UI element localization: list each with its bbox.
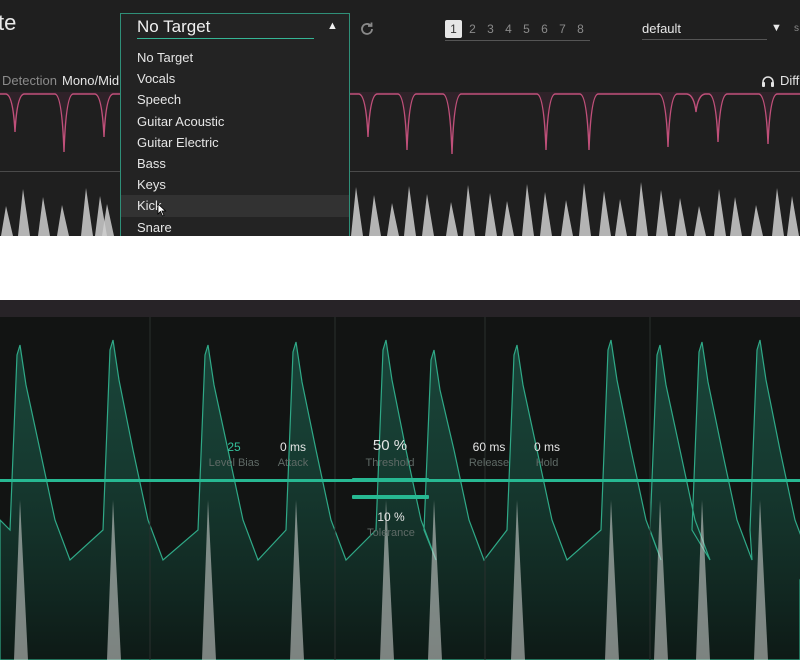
threshold-value[interactable]: 50 %	[350, 437, 430, 454]
target-option-snare[interactable]: Snare	[121, 217, 349, 237]
target-option-bass[interactable]: Bass	[121, 153, 349, 174]
tolerance-value[interactable]: 10 %	[351, 510, 431, 524]
target-option-speech[interactable]: Speech	[121, 89, 349, 110]
preset-slots-underline	[445, 40, 590, 41]
attack-knob[interactable]: 0 ms Attack	[253, 440, 333, 469]
preset-slot-8[interactable]: 8	[572, 20, 589, 38]
preset-slot-2[interactable]: 2	[464, 20, 481, 38]
threshold-handle-top[interactable]	[352, 478, 429, 482]
preset-extra-label: s	[794, 23, 799, 34]
preset-slot-5[interactable]: 5	[518, 20, 535, 38]
threshold-knob[interactable]: 50 % Threshold	[350, 437, 430, 469]
top-panel: te 1 2 3 4 5 6 7 8 default ▼ s Detection…	[0, 0, 800, 236]
app-title: te	[0, 10, 17, 35]
preset-name-select[interactable]: default	[642, 21, 681, 36]
bottom-panel: 25 Level Bias 0 ms Attack 50 % Threshold…	[0, 300, 800, 660]
headphones-icon[interactable]	[761, 75, 775, 87]
target-dropdown-selected[interactable]: No Target	[137, 17, 210, 37]
chevron-down-icon[interactable]: ▼	[771, 22, 782, 34]
target-dropdown-underline	[137, 38, 314, 39]
attack-value[interactable]: 0 ms	[253, 440, 333, 454]
hold-label: Hold	[535, 457, 559, 469]
detection-label: Detection	[2, 73, 57, 88]
diff-toggle[interactable]: Diff	[780, 73, 799, 88]
hold-value[interactable]: 0 ms	[507, 440, 587, 454]
preset-slot-6[interactable]: 6	[536, 20, 553, 38]
target-dropdown[interactable]: No Target ▲ No Target Vocals Speech Guit…	[120, 13, 350, 236]
target-option-guitar-electric[interactable]: Guitar Electric	[121, 132, 349, 153]
threshold-label: Threshold	[365, 457, 415, 469]
preset-slot-7[interactable]: 7	[554, 20, 571, 38]
preset-slot-1[interactable]: 1	[445, 20, 462, 38]
refresh-icon[interactable]	[358, 20, 376, 38]
target-option-kick[interactable]: Kick	[121, 195, 349, 217]
target-option-no-target[interactable]: No Target	[121, 47, 349, 68]
preset-name-underline	[642, 39, 767, 40]
preset-slot-4[interactable]: 4	[500, 20, 517, 38]
target-option-guitar-acoustic[interactable]: Guitar Acoustic	[121, 111, 349, 132]
mouse-cursor-icon	[157, 203, 167, 217]
target-dropdown-list: No Target Vocals Speech Guitar Acoustic …	[121, 47, 349, 236]
hold-knob[interactable]: 0 ms Hold	[507, 440, 587, 469]
chevron-up-icon[interactable]: ▲	[327, 20, 338, 32]
tolerance-knob[interactable]: 10 % Tolerance	[351, 510, 431, 539]
threshold-handle-bottom[interactable]	[352, 495, 429, 499]
target-option-keys[interactable]: Keys	[121, 174, 349, 195]
attack-label: Attack	[277, 457, 309, 469]
preset-slot-3[interactable]: 3	[482, 20, 499, 38]
tolerance-label: Tolerance	[367, 527, 415, 539]
detection-mode-select[interactable]: Mono/Mid	[62, 73, 119, 88]
target-option-vocals[interactable]: Vocals	[121, 68, 349, 89]
